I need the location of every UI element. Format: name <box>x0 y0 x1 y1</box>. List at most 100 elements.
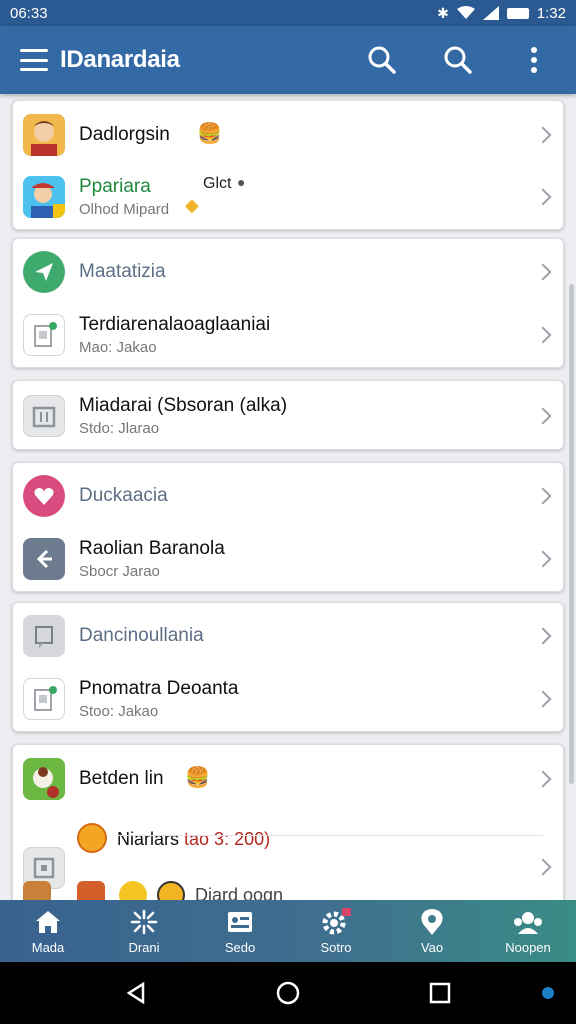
nav-label: Mada <box>31 940 65 955</box>
burger-icon: 🍔 <box>185 767 210 789</box>
message-icon <box>23 615 65 657</box>
wifi-icon <box>456 6 475 19</box>
item-title: Niarlars <box>117 829 180 849</box>
bottom-nav: Mada Drani Sedo Sotro Vao Noopen <box>0 900 576 962</box>
item-title: Duckaacia <box>79 485 168 506</box>
chevron-right-icon <box>534 550 552 568</box>
status-clock: 1:32 <box>536 4 566 22</box>
share-icon <box>23 538 65 580</box>
item-subtitle: Stoo: Jakao <box>79 703 159 720</box>
list-item[interactable]: Terdiarenalaoaglaaniai Mao: Jakao <box>13 303 563 367</box>
chevron-right-icon <box>534 126 552 144</box>
chevron-right-icon <box>534 690 552 708</box>
app-bar: IDanardaia <box>0 26 576 94</box>
item-title: Dadlorgsin <box>79 124 170 145</box>
id-card-icon <box>226 907 254 937</box>
scrollbar[interactable] <box>569 284 574 784</box>
info-icon: ● <box>237 174 246 190</box>
document-icon <box>23 678 65 720</box>
item-title: Dancinoullania <box>79 625 204 646</box>
nav-item-drani[interactable]: Drani <box>96 900 192 962</box>
list-card: Miadarai (Sbsoran (alka) Stdo: Jlarao <box>12 380 564 450</box>
app-title: IDanardaia <box>60 46 180 73</box>
ticket-icon: ◆ <box>185 195 199 215</box>
list-card: Maatatizia Terdiarenalaoaglaaniai Mao: J… <box>12 238 564 368</box>
system-nav-bar <box>0 962 576 1024</box>
battery-icon <box>506 7 529 19</box>
list-item[interactable]: Raolian Baranola Sbocr Jarao <box>13 527 563 591</box>
menu-icon[interactable] <box>20 49 48 71</box>
game-avatar-icon <box>23 114 65 156</box>
home-button-icon[interactable] <box>268 973 308 1013</box>
nav-label: Noopen <box>505 940 551 955</box>
item-subtitle: Mao: Jakao <box>79 339 157 356</box>
chevron-right-icon <box>534 627 552 645</box>
list-item[interactable]: Maatatizia <box>13 240 563 304</box>
nav-label: Sotro <box>320 940 352 955</box>
list-item[interactable]: Pnomatra Deoanta Stoo: Jakao <box>13 667 563 731</box>
chevron-right-icon <box>534 487 552 505</box>
home-icon <box>34 907 62 937</box>
item-title: Ppariara <box>79 176 151 197</box>
list-item[interactable]: Dadlorgsin 🍔 <box>13 103 563 167</box>
nav-item-home[interactable]: Mada <box>0 900 96 962</box>
list-item[interactable]: Miadarai (Sbsoran (alka) Stdo: Jlarao <box>13 384 563 448</box>
overflow-menu-icon[interactable] <box>512 38 556 82</box>
bluetooth-icon: ✱ <box>437 5 449 21</box>
emoji-icon <box>119 881 147 900</box>
list-card: Duckaacia Raolian Baranola Sbocr Jarao <box>12 462 564 592</box>
content-list: Dadlorgsin 🍔 Ppariara Olhod Mipard Glct … <box>0 94 576 900</box>
nav-label: Sedo <box>224 940 256 955</box>
item-title: Maatatizia <box>79 261 166 282</box>
location-icon <box>419 907 445 937</box>
nav-label: Drani <box>128 940 160 955</box>
search-icon[interactable] <box>360 38 404 82</box>
game-avatar-icon <box>23 176 65 218</box>
item-highlight: tao 3: 200) <box>184 829 271 849</box>
list-card: Dancinoullania Pnomatra Deoanta Stoo: Ja… <box>12 602 564 732</box>
chevron-right-icon <box>534 858 552 876</box>
game-avatar-icon <box>23 881 51 900</box>
signal-icon <box>482 6 499 20</box>
nav-item-noopen[interactable]: Noopen <box>480 900 576 962</box>
nav-item-vao[interactable]: Vao <box>384 900 480 962</box>
nav-label: Vao <box>420 940 444 955</box>
send-icon <box>23 251 65 293</box>
item-subtitle: Sbocr Jarao <box>79 563 160 580</box>
item-title: Diard oogn <box>195 885 284 900</box>
item-badge: Glct <box>203 175 232 192</box>
list-item[interactable]: Ppariara Olhod Mipard Glct ● ◆ <box>13 165 563 229</box>
list-card: Betden lin 🍔 Niarlars tao 3: 200) Diard … <box>12 744 564 900</box>
status-icons: ✱ 1:32 <box>437 5 566 22</box>
settings-icon <box>320 907 352 937</box>
item-title: Betden lin <box>79 768 164 789</box>
chevron-right-icon <box>534 188 552 206</box>
notification-dot-icon <box>542 987 554 999</box>
back-icon[interactable] <box>116 973 156 1013</box>
recents-icon[interactable] <box>420 973 460 1013</box>
burger-icon: 🍔 <box>197 123 222 145</box>
compass-icon <box>157 881 185 900</box>
chevron-right-icon <box>534 770 552 788</box>
nav-item-sotro[interactable]: Sotro <box>288 900 384 962</box>
status-bar: 06:33 ✱ 1:32 <box>0 0 576 26</box>
list-item[interactable]: Duckaacia <box>13 464 563 528</box>
search-icon[interactable] <box>436 38 480 82</box>
item-subtitle: Stdo: Jlarao <box>79 420 160 437</box>
item-title: Miadarai (Sbsoran (alka) <box>79 395 288 416</box>
list-item[interactable]: Betden lin 🍔 <box>13 747 563 811</box>
item-title: Terdiarenalaoaglaaniai <box>79 314 271 335</box>
item-title: Pnomatra Deoanta <box>79 678 239 699</box>
item-title: Raolian Baranola <box>79 538 225 559</box>
chevron-right-icon <box>534 263 552 281</box>
people-icon <box>512 907 544 937</box>
nav-item-sedo[interactable]: Sedo <box>192 900 288 962</box>
list-item[interactable]: Dancinoullania <box>13 604 563 668</box>
game-avatar-icon <box>23 758 65 800</box>
sparkle-icon <box>129 907 159 937</box>
document-icon <box>23 314 65 356</box>
heart-icon <box>23 475 65 517</box>
game-avatar-icon <box>77 881 105 900</box>
divider <box>117 835 543 836</box>
list-item[interactable]: Diard oogn <box>13 879 563 900</box>
